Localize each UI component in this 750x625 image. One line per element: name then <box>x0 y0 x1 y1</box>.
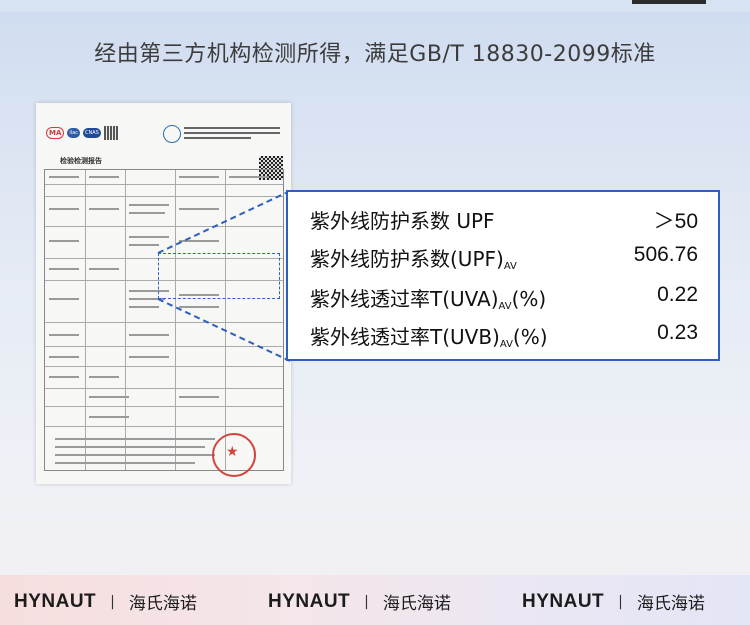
result-value: 506.76 <box>633 243 698 266</box>
caption-text: 经由第三方机构检测所得，满足GB/T 18830-2099标准 <box>94 42 656 67</box>
result-row-uva: 紫外线透过率T(UVA)AV(%) 0.22 <box>310 283 710 313</box>
brand-separator: | <box>618 593 623 610</box>
brand-logo: HYNAUT | 海氏海诺 <box>14 589 197 615</box>
ilac-logo: ilac <box>67 128 80 138</box>
top-strip <box>0 0 750 12</box>
brand-footer: HYNAUT | 海氏海诺 HYNAUT | 海氏海诺 HYNAUT | 海氏海… <box>0 575 750 625</box>
result-value: 0.23 <box>657 321 698 344</box>
brand-name-en: HYNAUT <box>14 590 97 612</box>
brand-logo: HYNAUT | 海氏海诺 <box>268 589 451 615</box>
result-value: 0.22 <box>657 283 698 306</box>
official-seal-stamp <box>212 433 256 477</box>
result-value: ＞50 <box>653 210 698 233</box>
result-row-uvb: 紫外线透过率T(UVB)AV(%) 0.23 <box>310 321 710 351</box>
test-report-image: MA ilac CNAS 检验检测报告 <box>36 103 291 484</box>
highlighted-result-area <box>158 253 280 299</box>
brand-separator: | <box>364 593 369 610</box>
small-code-icon <box>103 126 118 140</box>
brand-name-en: HYNAUT <box>522 590 605 612</box>
report-title: 检验检测报告 <box>60 157 102 165</box>
brand-separator: | <box>110 593 115 610</box>
result-row-upf: 紫外线防护系数 UPF ＞50 <box>310 205 710 235</box>
brand-name-cn: 海氏海诺 <box>128 594 197 614</box>
result-label: 紫外线透过率T(UVB)AV(%) <box>310 325 548 350</box>
certification-logos: MA ilac CNAS <box>46 125 118 141</box>
result-label: 紫外线防护系数 UPF <box>310 209 495 233</box>
brand-logo: HYNAUT | 海氏海诺 <box>522 589 705 615</box>
upf-results-callout: 紫外线防护系数 UPF ＞50 紫外线防护系数(UPF)AV 506.76 紫外… <box>286 190 720 361</box>
result-label: 紫外线透过率T(UVA)AV(%) <box>310 287 547 312</box>
result-row-upf-av: 紫外线防护系数(UPF)AV 506.76 <box>310 243 710 273</box>
result-label: 紫外线防护系数(UPF)AV <box>310 247 517 272</box>
report-table <box>44 169 284 471</box>
cnas-logo: CNAS <box>82 128 101 138</box>
top-dark-bar <box>632 0 706 4</box>
brand-name-en: HYNAUT <box>268 590 351 612</box>
brand-name-cn: 海氏海诺 <box>636 594 705 614</box>
organization-name-lines <box>184 127 280 142</box>
brand-name-cn: 海氏海诺 <box>382 594 451 614</box>
testing-center-logo <box>163 125 181 143</box>
ma-logo: MA <box>46 127 65 139</box>
